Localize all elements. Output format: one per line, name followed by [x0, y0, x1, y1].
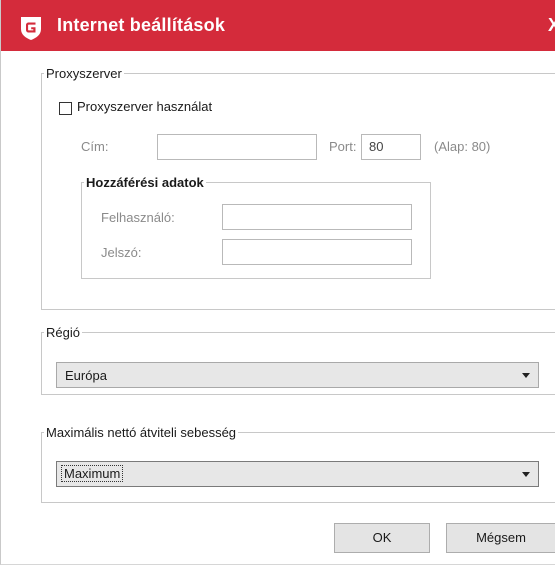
- region-selected-value: Európa: [65, 368, 107, 383]
- cancel-button[interactable]: Mégsem: [446, 523, 555, 553]
- gdata-shield-icon: [21, 17, 41, 40]
- username-input[interactable]: [222, 204, 412, 230]
- port-input[interactable]: 80: [361, 134, 421, 160]
- max-throughput-select[interactable]: Maximum: [56, 461, 539, 487]
- port-default-hint: (Alap: 80): [434, 139, 491, 154]
- chevron-down-icon: [522, 373, 530, 378]
- use-proxy-checkbox[interactable]: [59, 102, 72, 115]
- proxy-group-legend: Proxyszerver: [46, 66, 122, 81]
- region-select[interactable]: Európa: [56, 362, 539, 388]
- internet-settings-dialog: Internet beállítások X Proxyszerver Prox…: [0, 0, 555, 565]
- address-input[interactable]: [157, 134, 317, 160]
- ok-button[interactable]: OK: [334, 523, 430, 553]
- address-label: Cím:: [81, 139, 109, 154]
- access-group-legend: Hozzáférési adatok: [86, 175, 204, 190]
- window-title: Internet beállítások: [57, 15, 226, 35]
- title-bar: Internet beállítások X: [1, 0, 555, 51]
- use-proxy-label[interactable]: Proxyszerver használat: [77, 99, 212, 114]
- max-throughput-legend: Maximális nettó átviteli sebesség: [46, 425, 237, 440]
- chevron-down-icon: [522, 472, 530, 477]
- username-label: Felhasználó:: [101, 210, 175, 225]
- region-group-legend: Régió: [46, 325, 80, 340]
- password-label: Jelszó:: [101, 245, 142, 260]
- password-input[interactable]: [222, 239, 412, 265]
- port-label: Port:: [329, 139, 357, 154]
- max-throughput-selected-value: Maximum: [60, 465, 124, 482]
- close-icon[interactable]: X: [548, 14, 555, 36]
